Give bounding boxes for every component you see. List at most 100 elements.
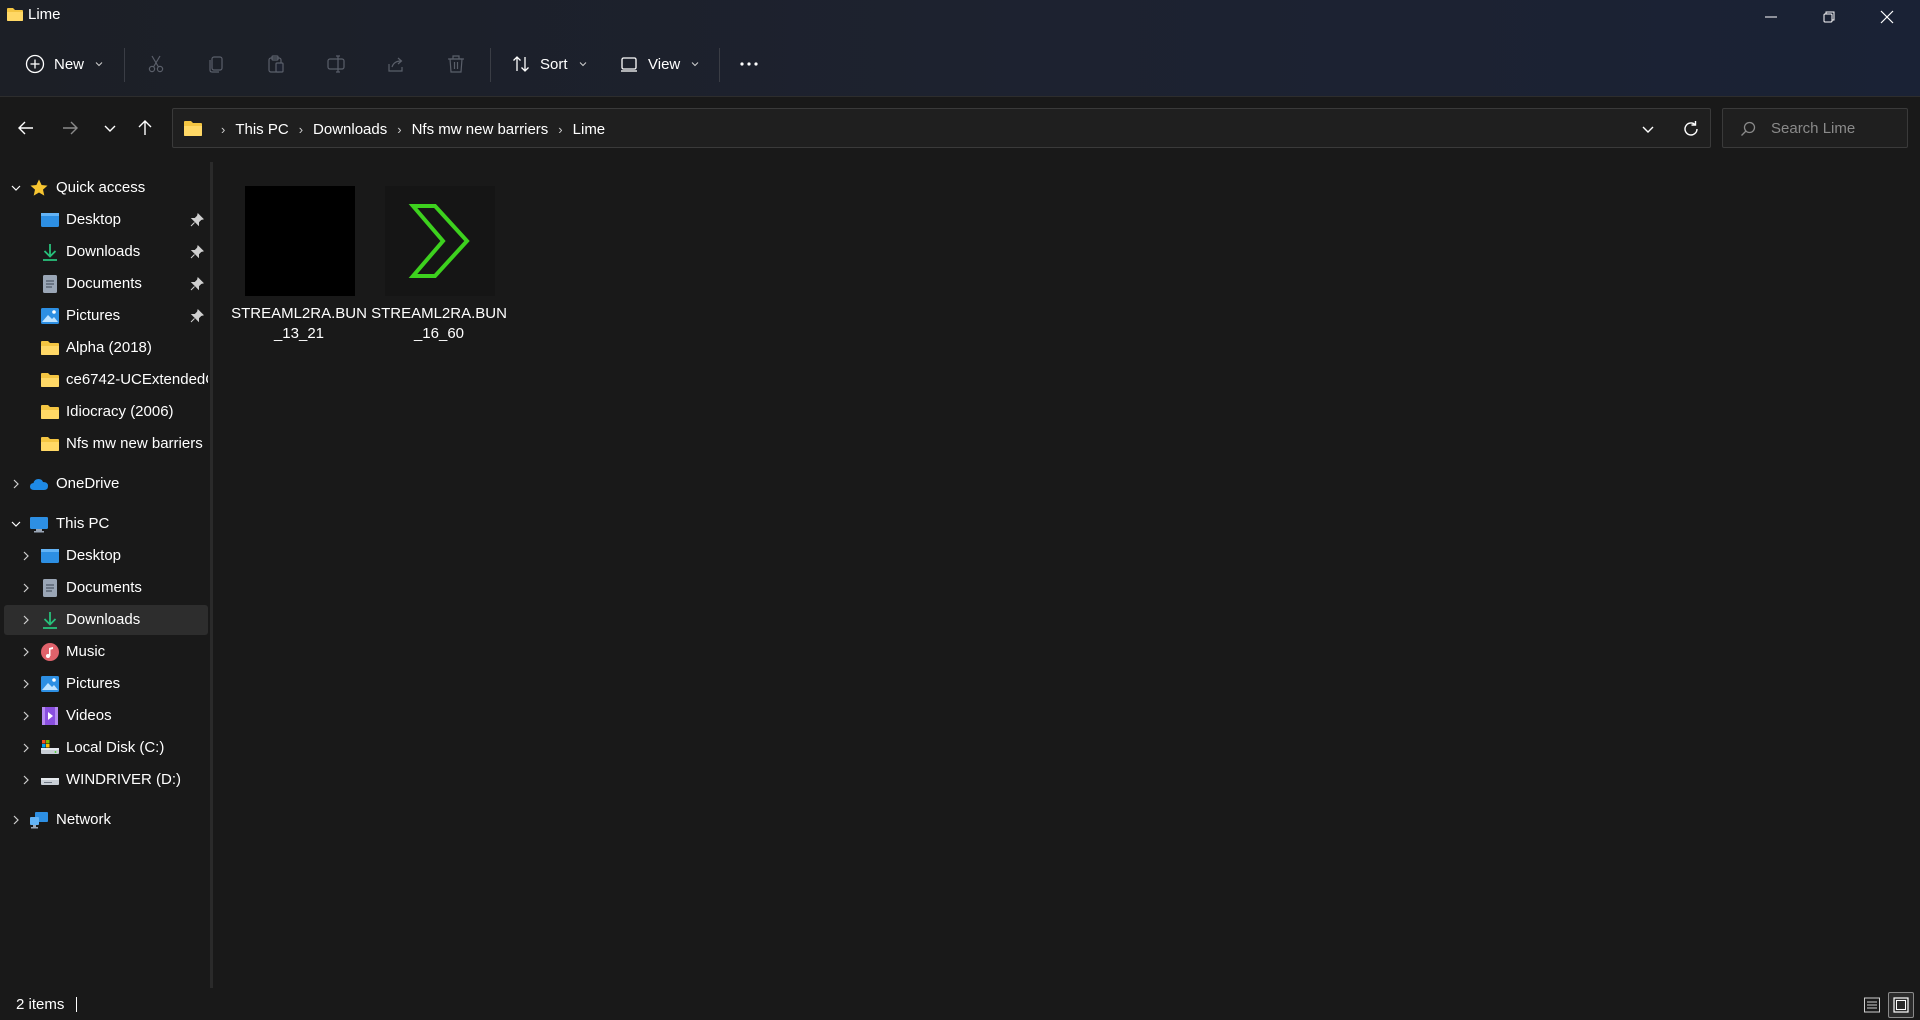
downloads-icon <box>43 244 57 261</box>
up-button[interactable] <box>130 113 160 143</box>
window-title: Lime <box>28 6 61 23</box>
chevron-down-icon[interactable] <box>10 518 22 530</box>
pin-icon[interactable] <box>190 277 204 291</box>
cut-icon <box>148 55 164 73</box>
sidebar-item-alpha-2018[interactable]: Alpha (2018) <box>4 333 208 363</box>
chevron-down-icon[interactable] <box>10 182 22 194</box>
large-icons-view-button[interactable] <box>1888 992 1914 1018</box>
recent-locations-button[interactable] <box>95 113 125 143</box>
file-item[interactable]: STREAML2RA.BUN_13_21 <box>223 172 367 342</box>
navigation-pane: Quick access Desktop Downloads Documents <box>0 162 210 988</box>
file-name: STREAML2RA.BUN_13_21 <box>231 305 367 342</box>
search-icon <box>1741 121 1756 136</box>
sidebar-item-label: Music <box>66 643 106 660</box>
chevron-right-icon[interactable] <box>20 582 32 594</box>
folder-icon <box>184 121 202 136</box>
sidebar-item-pc-music[interactable]: Music <box>4 637 208 667</box>
sidebar-item-desktop[interactable]: Desktop <box>4 205 208 235</box>
sidebar-item-pc-documents[interactable]: Documents <box>4 573 208 603</box>
navigation-row: › This PC › Downloads › Nfs mw new barri… <box>0 97 1920 159</box>
sidebar-item-network[interactable]: Network <box>4 805 208 835</box>
breadcrumb-item-lime[interactable]: Lime <box>573 121 606 138</box>
minimize-icon <box>1765 16 1777 18</box>
sidebar-item-pc-downloads[interactable]: Downloads <box>4 605 208 635</box>
details-view-button[interactable] <box>1859 992 1885 1018</box>
pin-icon[interactable] <box>190 213 204 227</box>
folder-icon <box>41 373 59 387</box>
new-label: New <box>54 55 85 73</box>
chevron-down-icon <box>579 62 586 67</box>
view-icon <box>621 57 637 72</box>
new-button[interactable]: New <box>24 46 104 82</box>
cut-button[interactable] <box>145 46 167 82</box>
breadcrumb-separator[interactable]: › <box>299 122 303 137</box>
delete-button[interactable] <box>445 46 467 82</box>
sidebar-item-label: Network <box>56 811 112 828</box>
sidebar-item-nfs-mw-new-barriers[interactable]: Nfs mw new barriers <box>4 429 208 459</box>
sidebar-item-idiocracy-2006[interactable]: Idiocracy (2006) <box>4 397 208 427</box>
sidebar-item-windriver-d[interactable]: WINDRIVER (D:) <box>4 765 208 795</box>
rename-icon <box>327 55 345 73</box>
sidebar-item-quick-access[interactable]: Quick access <box>4 173 208 203</box>
pin-icon[interactable] <box>190 309 204 323</box>
sidebar-item-onedrive[interactable]: OneDrive <box>4 469 208 499</box>
breadcrumb-item-downloads[interactable]: Downloads <box>313 121 387 138</box>
sidebar-item-label: Pictures <box>66 307 121 324</box>
chevron-right-icon[interactable] <box>20 646 32 658</box>
title-bar: Lime <box>0 0 1920 32</box>
sidebar-item-downloads[interactable]: Downloads <box>4 237 208 267</box>
restore-button[interactable] <box>1800 0 1858 34</box>
minimize-button[interactable] <box>1742 0 1800 34</box>
sidebar-item-label: Desktop <box>66 547 122 564</box>
chevron-right-icon[interactable] <box>20 678 32 690</box>
close-button[interactable] <box>1858 0 1916 34</box>
file-item[interactable]: STREAML2RA.BUN_16_60 <box>363 172 507 342</box>
search-box[interactable] <box>1722 108 1908 148</box>
sidebar-item-pictures[interactable]: Pictures <box>4 301 208 331</box>
sidebar-item-label: WINDRIVER (D:) <box>66 771 181 788</box>
chevron-right-icon[interactable] <box>10 814 22 826</box>
chevron-right-icon[interactable] <box>20 550 32 562</box>
breadcrumb-item-this-pc[interactable]: This PC <box>235 121 288 138</box>
view-button[interactable]: View <box>618 46 700 82</box>
paste-button[interactable] <box>265 46 287 82</box>
sidebar-item-local-disk-c[interactable]: Local Disk (C:) <box>4 733 208 763</box>
copy-button[interactable] <box>205 46 227 82</box>
sidebar-item-pc-pictures[interactable]: Pictures <box>4 669 208 699</box>
chevron-right-icon[interactable] <box>20 614 32 626</box>
breadcrumb-separator[interactable]: › <box>397 122 401 137</box>
separator <box>124 48 125 82</box>
address-history-chevron-icon[interactable] <box>1638 119 1658 139</box>
pin-icon[interactable] <box>190 245 204 259</box>
local-disk-icon <box>41 740 59 754</box>
item-count: 2 items <box>16 996 65 1013</box>
forward-button[interactable] <box>55 113 85 143</box>
sidebar-item-pc-videos[interactable]: Videos <box>4 701 208 731</box>
search-input[interactable] <box>1771 109 1903 147</box>
chevron-right-icon[interactable] <box>20 742 32 754</box>
breadcrumb-separator[interactable]: › <box>558 122 562 137</box>
refresh-icon[interactable] <box>1680 118 1702 140</box>
folder-icon <box>41 437 59 451</box>
breadcrumb-item-nfs-mw-new-barriers[interactable]: Nfs mw new barriers <box>412 121 549 138</box>
sidebar-item-pc-desktop[interactable]: Desktop <box>4 541 208 571</box>
more-options-button[interactable] <box>738 46 760 82</box>
share-button[interactable] <box>385 46 407 82</box>
paste-icon <box>268 55 284 73</box>
network-icon <box>30 812 48 829</box>
sidebar-item-label: Documents <box>66 275 142 292</box>
sidebar-item-label: Nfs mw new barriers <box>66 435 203 452</box>
chevron-right-icon[interactable] <box>10 478 22 490</box>
chevron-right-icon[interactable] <box>20 710 32 722</box>
address-bar[interactable]: › This PC › Downloads › Nfs mw new barri… <box>172 108 1711 148</box>
sidebar-item-documents[interactable]: Documents <box>4 269 208 299</box>
back-button[interactable] <box>11 113 41 143</box>
rename-button[interactable] <box>325 46 347 82</box>
share-icon <box>388 57 403 72</box>
tiles-view-icon <box>1893 997 1909 1013</box>
sidebar-item-ce6742-ucextendedc[interactable]: ce6742-UCExtendedC <box>4 365 208 395</box>
sort-button[interactable]: Sort <box>510 46 588 82</box>
chevron-right-icon[interactable] <box>20 774 32 786</box>
sidebar-item-label: This PC <box>56 515 110 532</box>
sidebar-item-this-pc[interactable]: This PC <box>4 509 208 539</box>
